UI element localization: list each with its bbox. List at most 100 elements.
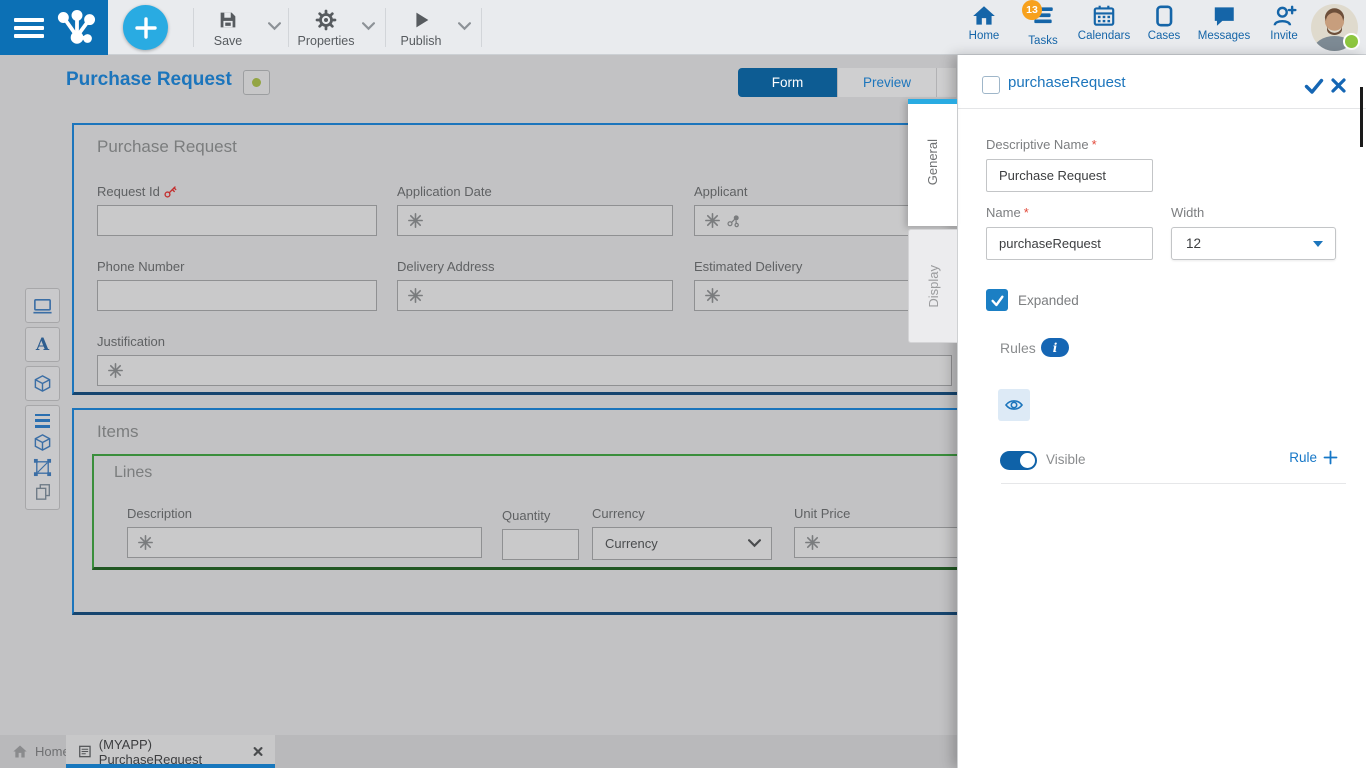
add-rule-link[interactable]: Rule bbox=[1246, 450, 1338, 465]
save-chevron-down-icon[interactable] bbox=[268, 22, 281, 31]
group-items[interactable]: Items Lines Description Quantity Currenc… bbox=[72, 408, 957, 615]
properties-chevron-down-icon[interactable] bbox=[362, 22, 375, 31]
panel-select-checkbox[interactable] bbox=[982, 76, 1000, 94]
bottom-tab-home-label: Home bbox=[35, 744, 70, 759]
group-lines[interactable]: Lines Description Quantity Currency Curr… bbox=[92, 454, 957, 570]
panel-tab-general[interactable]: General bbox=[908, 99, 957, 226]
nav-invite[interactable]: Invite bbox=[1258, 4, 1310, 52]
field-label-phone-number: Phone Number bbox=[97, 259, 184, 274]
palette-control-button[interactable] bbox=[25, 366, 60, 401]
input-description[interactable] bbox=[127, 527, 482, 558]
key-icon bbox=[163, 184, 178, 199]
palette-extra-group bbox=[25, 405, 60, 510]
palette-label-button[interactable]: A bbox=[25, 327, 60, 362]
tab-partial[interactable] bbox=[936, 68, 956, 97]
info-badge[interactable]: i bbox=[1041, 338, 1069, 357]
nav-cases[interactable]: Cases bbox=[1137, 4, 1191, 52]
required-asterisk-icon bbox=[705, 213, 720, 228]
input-delivery-address[interactable] bbox=[397, 280, 673, 311]
descriptive-name-label: Descriptive Name* bbox=[986, 137, 1097, 152]
group-purchase-request[interactable]: Purchase Request Request Id Application … bbox=[72, 123, 957, 395]
publish-chevron-down-icon[interactable] bbox=[458, 22, 471, 31]
required-asterisk-icon bbox=[408, 213, 423, 228]
properties-label: Properties bbox=[298, 34, 355, 48]
descriptive-name-input[interactable]: Purchase Request bbox=[986, 159, 1153, 192]
visible-toggle[interactable] bbox=[1000, 451, 1037, 470]
menu-hamburger-icon[interactable] bbox=[14, 18, 44, 38]
toolbar-separator bbox=[288, 8, 289, 47]
list-icon[interactable] bbox=[35, 414, 50, 428]
name-input[interactable]: purchaseRequest bbox=[986, 227, 1153, 260]
save-button[interactable]: Save bbox=[198, 5, 258, 51]
image-selection-icon[interactable] bbox=[33, 458, 52, 477]
add-button[interactable] bbox=[123, 5, 168, 50]
properties-panel: purchaseRequest Descriptive Name* Purcha… bbox=[957, 55, 1366, 768]
visibility-rule-button[interactable] bbox=[998, 389, 1030, 421]
nav-calendars[interactable]: Calendars bbox=[1073, 4, 1135, 52]
form-status-button[interactable] bbox=[243, 70, 270, 95]
required-asterisk-icon bbox=[138, 535, 153, 550]
bottom-tab-label: (MYAPP) PurchaseRequest bbox=[99, 737, 246, 767]
items-group-title: Items bbox=[97, 422, 139, 442]
required-mark: * bbox=[1092, 137, 1097, 152]
close-panel-icon[interactable] bbox=[1330, 77, 1347, 94]
top-toolbar: Save Properties Publish Home 13 Tasks bbox=[0, 0, 1366, 55]
tab-preview[interactable]: Preview bbox=[837, 68, 936, 97]
form-document-icon bbox=[78, 744, 92, 759]
rules-label: Rules bbox=[1000, 340, 1036, 356]
copy-icon[interactable] bbox=[34, 482, 52, 501]
panel-tab-display[interactable]: Display bbox=[908, 229, 957, 343]
field-label-application-date: Application Date bbox=[397, 184, 492, 199]
tab-form[interactable]: Form bbox=[738, 68, 837, 97]
status-green-dot bbox=[252, 78, 261, 87]
group-title: Purchase Request bbox=[97, 137, 237, 157]
palette-screen-button[interactable] bbox=[25, 288, 60, 323]
input-phone-number[interactable] bbox=[97, 280, 377, 311]
gear-icon bbox=[315, 9, 337, 31]
active-tab-underline bbox=[66, 764, 275, 768]
required-asterisk-icon bbox=[705, 288, 720, 303]
save-label: Save bbox=[214, 34, 243, 48]
bottom-tab-purchase-request[interactable]: (MYAPP) PurchaseRequest bbox=[66, 735, 275, 768]
input-application-date[interactable] bbox=[397, 205, 673, 236]
input-quantity[interactable] bbox=[502, 529, 579, 560]
input-justification[interactable] bbox=[97, 355, 952, 386]
text-cursor-artifact bbox=[1360, 87, 1363, 147]
expanded-checkbox[interactable] bbox=[986, 289, 1008, 311]
lines-group-title: Lines bbox=[114, 464, 152, 482]
field-label-description: Description bbox=[127, 506, 192, 521]
width-select[interactable]: 12 bbox=[1171, 227, 1336, 260]
view-tab-strip: Form Preview bbox=[738, 68, 956, 97]
select-currency-value: Currency bbox=[605, 536, 658, 551]
cases-icon bbox=[1151, 4, 1177, 28]
play-icon bbox=[410, 9, 432, 31]
field-label-quantity: Quantity bbox=[502, 508, 550, 523]
confirm-check-icon[interactable] bbox=[1303, 77, 1325, 95]
cube-icon[interactable] bbox=[33, 433, 52, 452]
page-title: Purchase Request bbox=[66, 69, 232, 91]
required-asterisk-icon bbox=[805, 535, 820, 550]
field-label-unit-price: Unit Price bbox=[794, 506, 850, 521]
plus-icon bbox=[133, 15, 159, 41]
panel-tab-general-label: General bbox=[925, 139, 940, 185]
width-label: Width bbox=[1171, 205, 1204, 220]
panel-divider bbox=[1001, 483, 1346, 484]
input-request-id[interactable] bbox=[97, 205, 377, 236]
user-avatar[interactable] bbox=[1311, 4, 1358, 51]
nav-home[interactable]: Home bbox=[956, 4, 1012, 52]
publish-label: Publish bbox=[401, 34, 442, 48]
input-unit-price[interactable] bbox=[794, 527, 957, 558]
visible-label: Visible bbox=[1046, 452, 1086, 467]
nav-invite-label: Invite bbox=[1270, 30, 1298, 42]
field-label-applicant: Applicant bbox=[694, 184, 747, 199]
nav-tasks[interactable]: 13 Tasks bbox=[1015, 4, 1071, 52]
select-currency[interactable]: Currency bbox=[592, 527, 772, 560]
nav-messages[interactable]: Messages bbox=[1192, 4, 1256, 52]
publish-button[interactable]: Publish bbox=[390, 5, 452, 51]
app-logo-icon[interactable] bbox=[56, 9, 98, 47]
nav-calendars-label: Calendars bbox=[1078, 30, 1130, 42]
required-asterisk-icon bbox=[108, 363, 123, 378]
properties-button[interactable]: Properties bbox=[290, 5, 362, 51]
close-tab-icon[interactable] bbox=[253, 746, 263, 757]
name-label: Name* bbox=[986, 205, 1029, 220]
